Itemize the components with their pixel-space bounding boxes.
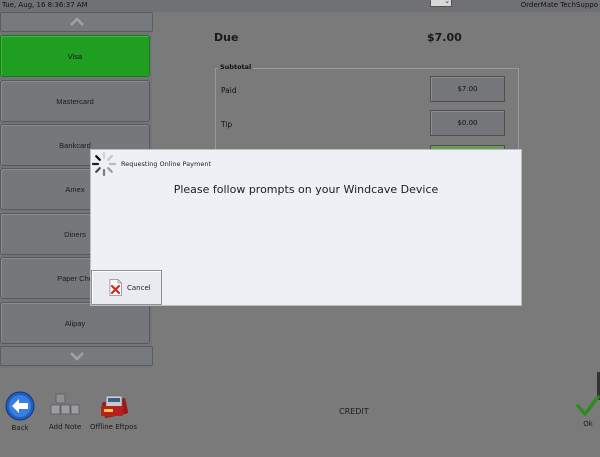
due-amount: $7.00: [427, 31, 462, 44]
keyboard-icon: [50, 393, 80, 415]
tender-label: Paper Che: [57, 273, 93, 283]
due-label: Due: [214, 31, 239, 44]
paid-label: Paid: [221, 86, 237, 95]
back-button[interactable]: Back: [5, 391, 35, 432]
chevron-down-icon: [69, 352, 84, 361]
add-note-label: Add Note: [49, 423, 82, 431]
tip-amount-button[interactable]: $0.00: [430, 110, 505, 136]
dialog-message: Please follow prompts on your Windcave D…: [173, 183, 439, 196]
offline-eftpos-button[interactable]: Offline Eftpos: [90, 392, 137, 431]
ok-label: Ok: [583, 420, 593, 428]
tender-visa[interactable]: Visa: [0, 35, 150, 77]
tip-label: Tip: [221, 120, 233, 129]
add-note-button[interactable]: Add Note: [49, 392, 81, 431]
subtotal-legend: Subtotal: [218, 63, 254, 71]
status-bar: Tue, Aug, 16 8:36:37 AM OrderMate TechSu…: [0, 0, 600, 12]
tender-label: Mastercard: [56, 96, 94, 106]
tender-alipay[interactable]: Alipay: [0, 302, 150, 344]
tip-amount: $0.00: [457, 119, 478, 127]
cancel-icon: [109, 279, 122, 296]
scroll-down-button[interactable]: [0, 346, 153, 366]
operator-name: OrderMate TechSuppo: [520, 1, 598, 9]
cancel-label: Cancel: [127, 283, 151, 292]
chevron-up-icon: [69, 17, 84, 26]
tender-mastercard[interactable]: Mastercard: [0, 80, 150, 122]
dialog-title: Requesting Online Payment: [121, 160, 212, 168]
back-label: Back: [11, 424, 29, 432]
tender-label: Visa: [67, 51, 83, 61]
tender-label: Alipay: [64, 318, 86, 328]
cancel-button[interactable]: Cancel: [91, 270, 162, 305]
datetime-text: Tue, Aug, 16 8:36:37 AM: [2, 1, 88, 9]
paid-amount-button[interactable]: $7.00: [430, 76, 505, 102]
payment-mode-label: CREDIT: [339, 407, 369, 416]
dropdown-widget[interactable]: ⌄: [430, 0, 452, 7]
tender-label: Diners: [64, 229, 86, 239]
eftpos-card-icon: [100, 395, 128, 418]
tender-label: Bankcard: [59, 140, 91, 150]
ok-button[interactable]: Ok: [576, 395, 600, 428]
chevron-down-icon: ⌄: [444, 0, 450, 5]
offline-eftpos-label: Offline Eftpos: [90, 423, 138, 431]
tender-label: Amex: [65, 184, 85, 194]
loading-spinner-icon: [91, 151, 117, 177]
scroll-up-button[interactable]: [0, 12, 153, 32]
paid-amount: $7.00: [457, 85, 478, 93]
checkmark-icon: [576, 395, 600, 416]
back-arrow-icon: [5, 391, 35, 421]
